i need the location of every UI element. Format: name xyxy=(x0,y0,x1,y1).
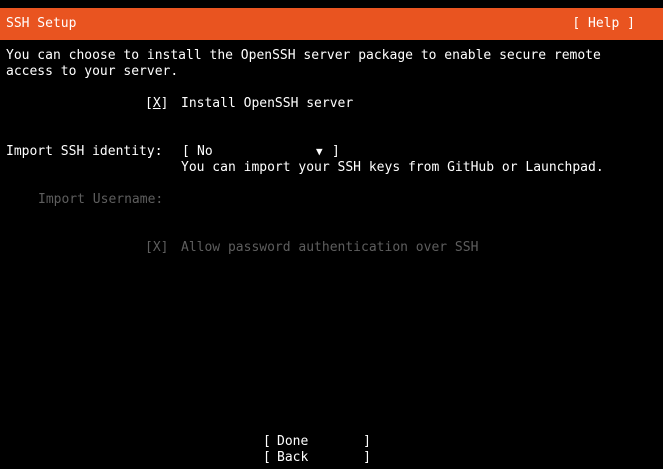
page-title: SSH Setup xyxy=(6,16,77,31)
select-open-bracket: [ xyxy=(182,144,190,159)
done-button-open-bracket: [ xyxy=(263,434,271,449)
intro-text-line-2: access to your server. xyxy=(6,64,179,79)
done-button[interactable]: [ Done ] xyxy=(263,434,373,450)
back-button-close-bracket: ] xyxy=(363,450,371,465)
back-button-open-bracket: [ xyxy=(263,450,271,465)
install-openssh-checkbox[interactable]: [X] xyxy=(145,96,168,112)
install-openssh-label: Install OpenSSH server xyxy=(181,96,354,111)
import-identity-select[interactable]: [ No ▼ ] xyxy=(182,144,340,224)
back-button-label: Back xyxy=(277,450,309,465)
password-auth-checkbox[interactable]: [X] xyxy=(145,240,168,256)
import-identity-hint: You can import your SSH keys from GitHub… xyxy=(181,160,604,175)
select-value: No xyxy=(197,144,213,159)
checkbox-close-bracket: ] xyxy=(160,96,169,111)
import-identity-label: Import SSH identity: xyxy=(6,144,163,159)
back-button[interactable]: [ Back ] xyxy=(263,450,373,466)
import-username-label: Import Username: xyxy=(38,192,164,207)
help-button[interactable]: [ Help ] xyxy=(572,16,635,32)
done-button-label: Done xyxy=(277,434,309,449)
intro-text-line-1: You can choose to install the OpenSSH se… xyxy=(6,48,601,63)
checkbox-check-mark: X xyxy=(152,96,161,111)
done-button-close-bracket: ] xyxy=(363,434,371,449)
password-auth-label: Allow password authentication over SSH xyxy=(181,240,479,255)
title-bar: SSH Setup [ Help ] xyxy=(0,8,663,40)
import-username-input[interactable] xyxy=(181,192,481,208)
chevron-down-icon: ▼ xyxy=(316,145,323,158)
checkbox-open-bracket: [ xyxy=(145,96,153,111)
select-close-bracket: ] xyxy=(332,144,340,159)
